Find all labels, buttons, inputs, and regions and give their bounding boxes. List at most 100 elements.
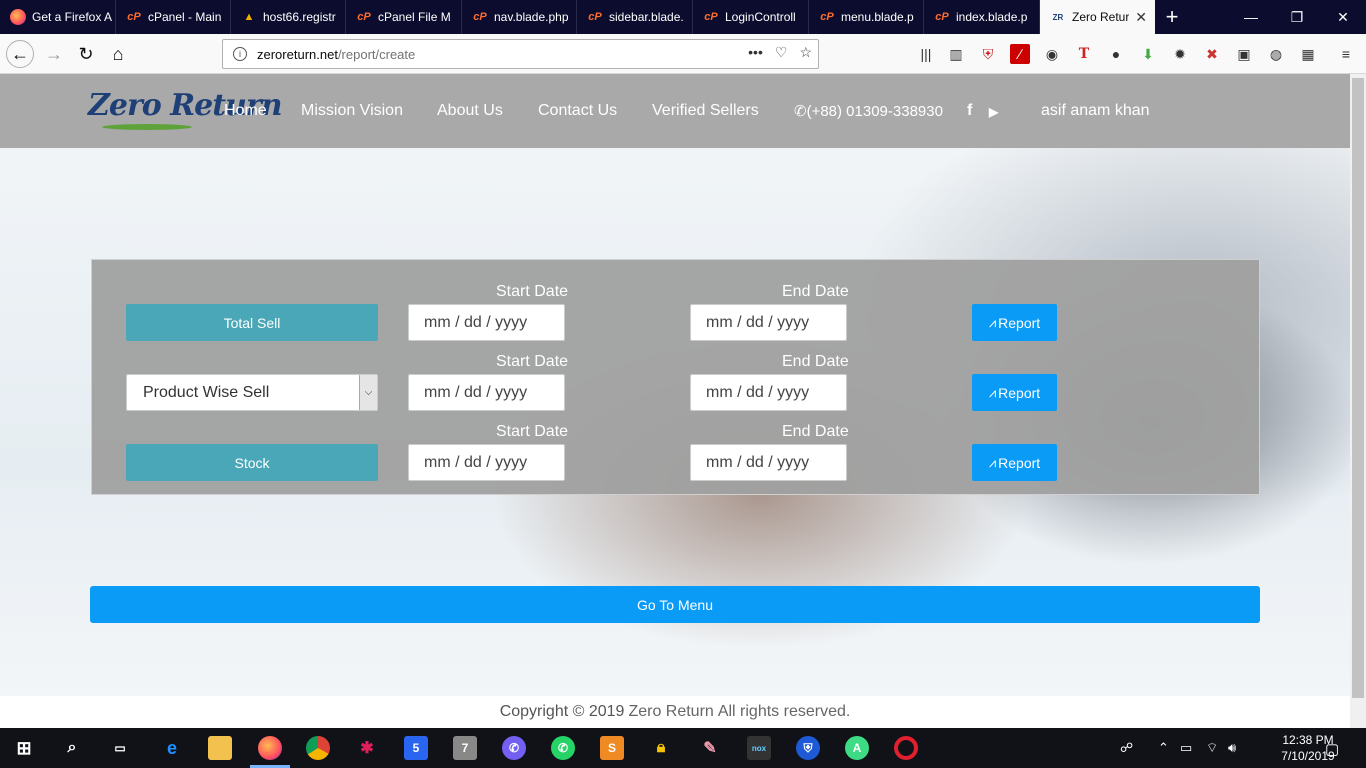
page-scrollbar[interactable] <box>1350 74 1366 728</box>
extension-icon[interactable]: ● <box>1106 44 1126 64</box>
firefox-taskbar-icon[interactable] <box>258 736 282 760</box>
browser-tab-active[interactable]: ZR Zero Retur ✕ <box>1040 0 1155 34</box>
end-date-input[interactable]: mm / dd / yyyy <box>690 374 847 411</box>
tab-label: host66.registr <box>263 10 336 24</box>
info-icon[interactable]: i <box>233 47 247 61</box>
battery-icon[interactable]: ▭ <box>1180 740 1192 756</box>
edge-icon[interactable]: e <box>160 736 184 760</box>
shield-app-icon[interactable]: ⛨ <box>796 736 820 760</box>
browser-tab[interactable]: cP cPanel File M <box>346 0 462 34</box>
footer: Copyright © 2019 Zero Return All rights … <box>0 696 1350 728</box>
html5-icon[interactable]: 5 <box>404 736 428 760</box>
user-name[interactable]: asif anam khan <box>1041 102 1150 120</box>
browser-tab[interactable]: cP index.blade.p <box>924 0 1040 34</box>
library-icon[interactable]: ||| <box>916 44 936 64</box>
cpanel-icon: cP <box>820 11 834 23</box>
product-wise-sell-select[interactable]: Product Wise Sell ⌵ <box>126 374 378 411</box>
wifi-icon[interactable]: ⌔ <box>1206 740 1218 756</box>
url-bar[interactable]: i zeroreturn.net/report/create ••• ♡ ☆ <box>222 39 819 69</box>
android-icon[interactable]: A <box>845 736 869 760</box>
lock-icon[interactable]: 🔒︎ <box>649 736 673 760</box>
forward-button[interactable]: → <box>40 40 68 68</box>
account-icon[interactable]: ◍ <box>1266 44 1286 64</box>
nav-about-us[interactable]: About Us <box>437 102 503 120</box>
profile-extension-icon[interactable]: ▦ <box>1298 44 1318 64</box>
tab-label: sidebar.blade. <box>609 10 684 24</box>
tab-label: cPanel - Main <box>148 10 222 24</box>
nav-home[interactable]: Home <box>224 102 267 120</box>
chevron-down-icon[interactable]: ⌵ <box>359 375 377 410</box>
browser-tab-bar: Get a Firefox A cP cPanel - Main ▲ host6… <box>0 0 1366 34</box>
search-icon[interactable]: ⌕ <box>60 736 84 760</box>
page-actions-icon[interactable]: ••• <box>748 44 763 61</box>
pocket-icon[interactable]: ♡ <box>775 44 788 61</box>
select-value: Product Wise Sell <box>143 383 270 401</box>
logo-swoosh <box>102 124 192 130</box>
shield-extension-icon[interactable]: ⛨ <box>978 44 998 64</box>
viber-icon[interactable]: ✆ <box>502 736 526 760</box>
youtube-icon[interactable]: ▶ <box>989 105 998 119</box>
home-button[interactable]: ⌂ <box>104 40 132 68</box>
sidebar-icon[interactable]: ▥ <box>946 44 966 64</box>
php-storm-icon[interactable]: 7 <box>453 736 477 760</box>
report-button[interactable]: ⩘ Report <box>972 304 1057 341</box>
report-button[interactable]: ⩘ Report <box>972 374 1057 411</box>
cross-extension-icon[interactable]: ✖ <box>1202 44 1222 64</box>
hamburger-menu-icon[interactable]: ≡ <box>1336 44 1356 64</box>
opera-icon[interactable] <box>894 736 918 760</box>
nox-icon[interactable]: nox <box>747 736 771 760</box>
end-date-label: End Date <box>782 423 849 440</box>
report-button[interactable]: ⩘ Report <box>972 444 1057 481</box>
task-view-icon[interactable]: ▭ <box>108 736 132 760</box>
browser-tab[interactable]: cP menu.blade.p <box>809 0 924 34</box>
whatsapp-icon[interactable]: ✆ <box>551 736 575 760</box>
browser-tab[interactable]: ▲ host66.registr <box>231 0 346 34</box>
close-icon[interactable]: ✕ <box>1135 9 1147 26</box>
window-close-button[interactable]: ✕ <box>1320 0 1366 34</box>
browser-tab[interactable]: cP nav.blade.php <box>462 0 577 34</box>
new-tab-button[interactable]: + <box>1158 0 1186 34</box>
end-date-input[interactable]: mm / dd / yyyy <box>690 304 847 341</box>
nav-verified-sellers[interactable]: Verified Sellers <box>652 102 759 120</box>
chrome-icon[interactable] <box>306 736 330 760</box>
browser-tab[interactable]: Get a Firefox A <box>0 0 116 34</box>
volume-icon[interactable]: 🔊︎ <box>1228 740 1236 756</box>
cpanel-icon: cP <box>473 11 487 23</box>
stock-button[interactable]: Stock <box>126 444 378 481</box>
report-label: Report <box>998 384 1041 401</box>
chevron-up-icon[interactable]: ⌃ <box>1158 740 1169 756</box>
nav-contact-us[interactable]: Contact Us <box>538 102 617 120</box>
minimize-button[interactable]: — <box>1228 0 1274 34</box>
back-button[interactable]: ← <box>6 40 34 68</box>
start-date-input[interactable]: mm / dd / yyyy <box>408 374 565 411</box>
download-extension-icon[interactable]: ⬇ <box>1138 44 1158 64</box>
browser-tab[interactable]: cP LoginControll <box>693 0 809 34</box>
pencil-app-icon[interactable]: ✎ <box>698 736 722 760</box>
scrollbar-thumb[interactable] <box>1352 78 1364 698</box>
notifications-icon[interactable]: ▢ <box>1325 740 1339 758</box>
bookmark-star-icon[interactable]: ☆ <box>799 44 812 61</box>
gear-extension-icon[interactable]: ✹ <box>1170 44 1190 64</box>
total-sell-button[interactable]: Total Sell <box>126 304 378 341</box>
slack-icon[interactable]: ✱ <box>355 736 379 760</box>
facebook-icon[interactable]: f <box>967 102 972 120</box>
maximize-button[interactable]: ❐ <box>1274 0 1320 34</box>
go-to-menu-button[interactable]: Go To Menu <box>90 586 1260 623</box>
file-explorer-icon[interactable] <box>208 736 232 760</box>
start-date-input[interactable]: mm / dd / yyyy <box>408 304 565 341</box>
selenium-extension-icon[interactable]: ▣ <box>1234 44 1254 64</box>
reload-button[interactable]: ↻ <box>72 40 100 68</box>
film-extension-icon[interactable]: ◉ <box>1042 44 1062 64</box>
report-panel: Total Sell Start Date mm / dd / yyyy End… <box>91 259 1260 495</box>
nav-mission-vision[interactable]: Mission Vision <box>301 102 403 120</box>
windows-start-icon[interactable]: ⊞ <box>12 736 36 760</box>
start-date-input[interactable]: mm / dd / yyyy <box>408 444 565 481</box>
end-date-input[interactable]: mm / dd / yyyy <box>690 444 847 481</box>
text-extension-icon[interactable]: T <box>1074 44 1094 64</box>
sublime-text-icon[interactable]: S <box>600 736 624 760</box>
browser-tab[interactable]: cP sidebar.blade. <box>577 0 693 34</box>
browser-tab[interactable]: cP cPanel - Main <box>116 0 231 34</box>
people-icon[interactable]: ☍ <box>1120 740 1133 756</box>
pdf-extension-icon[interactable]: ∕ <box>1010 44 1030 64</box>
phone-contact[interactable]: ✆(+88) 01309-338930 <box>794 102 943 120</box>
